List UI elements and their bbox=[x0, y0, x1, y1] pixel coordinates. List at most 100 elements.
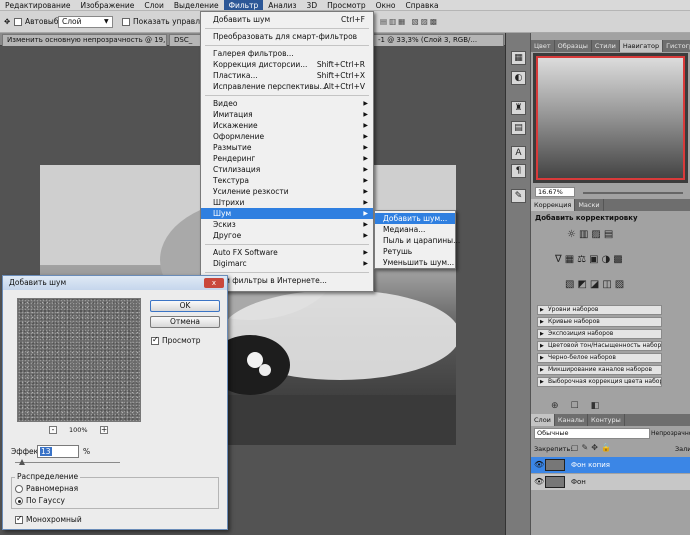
align-icons[interactable]: ▤▥▦ ▧▨▩ bbox=[380, 16, 439, 28]
menu-item-sharpen[interactable]: Усиление резкости ▶ bbox=[201, 186, 373, 197]
navigator-zoom-slider[interactable] bbox=[583, 192, 683, 194]
zoom-out-button[interactable]: - bbox=[49, 426, 57, 434]
gaussian-option[interactable]: По Гауссу bbox=[15, 496, 65, 506]
layer-row-bg-copy[interactable]: 👁 Фон копия bbox=[531, 457, 690, 473]
eye-icon[interactable]: 👁 bbox=[534, 460, 544, 470]
blend-mode-select[interactable]: Обычные bbox=[534, 428, 650, 439]
eye-icon[interactable]: 👁 bbox=[534, 477, 544, 487]
preset-exposure[interactable]: Экспозиция наборов bbox=[537, 329, 662, 339]
zoom-in-button[interactable]: + bbox=[100, 426, 108, 434]
menu-item-filter-gallery[interactable]: Галерея фильтров... bbox=[201, 48, 373, 59]
adjustment-icons-row-3[interactable]: ▧◩◪◫▨ bbox=[565, 280, 627, 290]
menu-item-texture[interactable]: Текстура ▶ bbox=[201, 175, 373, 186]
uniform-option[interactable]: Равномерная bbox=[15, 484, 78, 494]
menu-filter[interactable]: Фильтр bbox=[223, 0, 264, 10]
submenu-item-despeckle[interactable]: Ретушь bbox=[375, 246, 455, 257]
tab-styles[interactable]: Стили bbox=[592, 40, 620, 52]
adjust-panel-footer-icons[interactable]: ⊕☐◧ bbox=[551, 401, 611, 411]
submenu-item-dust-scratches[interactable]: Пыль и царапины... bbox=[375, 235, 460, 246]
menu-image[interactable]: Изображение bbox=[75, 0, 139, 10]
character-icon[interactable]: A bbox=[511, 146, 526, 160]
menu-item-brush-strokes[interactable]: Штрихи ▶ bbox=[201, 197, 373, 208]
gaussian-radio[interactable] bbox=[15, 497, 23, 505]
tab-doc-2[interactable]: DSC_ bbox=[169, 34, 201, 46]
menu-item-other[interactable]: Другое ▶ bbox=[201, 230, 373, 241]
tab-navigator[interactable]: Навигатор bbox=[619, 40, 664, 52]
navigator-preview[interactable] bbox=[533, 53, 688, 183]
brushes-icon[interactable]: ✎ bbox=[511, 189, 526, 203]
menu-item-liquify[interactable]: Пластика... Shift+Ctrl+X bbox=[201, 70, 373, 81]
menu-item-stylize-design[interactable]: Оформление ▶ bbox=[201, 131, 373, 142]
amount-input[interactable]: 13 bbox=[37, 445, 79, 458]
tab-histogram[interactable]: Гистограмма bbox=[663, 40, 690, 52]
monochromatic-checkbox[interactable] bbox=[15, 514, 23, 524]
tab-color[interactable]: Цвет bbox=[531, 40, 555, 52]
menu-edit[interactable]: Редактирование bbox=[0, 0, 75, 10]
history-icon[interactable]: ▦ bbox=[511, 51, 526, 65]
noise-preview[interactable] bbox=[17, 298, 141, 422]
ok-button[interactable]: OK bbox=[150, 300, 220, 312]
menu-item-video[interactable]: Видео ▶ bbox=[201, 98, 373, 109]
tab-doc-1[interactable]: Изменить основную непрозрачность @ 19,7%… bbox=[2, 34, 167, 46]
menu-item-autofx[interactable]: Auto FX Software ▶ bbox=[201, 247, 373, 258]
move-tool-icon[interactable]: ✥ bbox=[4, 16, 10, 28]
menu-item-vanishing-point[interactable]: Исправление перспективы... Alt+Ctrl+V bbox=[201, 81, 373, 92]
tab-paths[interactable]: Контуры bbox=[588, 414, 625, 426]
layer-row-background[interactable]: 👁 Фон bbox=[531, 474, 690, 490]
cancel-button[interactable]: Отмена bbox=[150, 316, 220, 328]
amount-slider-handle[interactable] bbox=[19, 459, 25, 465]
tab-masks[interactable]: Маски bbox=[575, 199, 604, 211]
preset-hue-saturation[interactable]: Цветовой тон/Насыщенность наборов bbox=[537, 341, 662, 351]
menu-analysis[interactable]: Анализ bbox=[263, 0, 301, 10]
tab-adjustments[interactable]: Коррекция bbox=[531, 199, 576, 211]
preset-curves[interactable]: Кривые наборов bbox=[537, 317, 662, 327]
navigator-zoom-input[interactable]: 16.67% bbox=[535, 187, 575, 197]
show-controls-checkbox[interactable] bbox=[122, 18, 130, 26]
preset-levels[interactable]: Уровни наборов bbox=[537, 305, 662, 315]
menu-select[interactable]: Выделение bbox=[169, 0, 224, 10]
adjustment-icons-row-2[interactable]: ∇▦⚖▣◑▩ bbox=[555, 255, 626, 265]
tab-channels[interactable]: Каналы bbox=[555, 414, 589, 426]
autoselect-select[interactable]: Слой ▼ bbox=[58, 16, 113, 28]
menu-layers[interactable]: Слои bbox=[139, 0, 169, 10]
preset-black-white[interactable]: Черно-белое наборов bbox=[537, 353, 662, 363]
preview-toggle[interactable]: Просмотр bbox=[151, 335, 201, 346]
submenu-item-median[interactable]: Медиана... bbox=[375, 224, 455, 235]
menu-item-distort[interactable]: Искажение ▶ bbox=[201, 120, 373, 131]
preset-channel-mixer[interactable]: Микширование каналов наборов bbox=[537, 365, 662, 375]
autoselect-checkbox[interactable] bbox=[14, 18, 22, 26]
menu-item-sketch[interactable]: Эскиз ▶ bbox=[201, 219, 373, 230]
navigator-view-box[interactable] bbox=[536, 56, 685, 180]
menu-window[interactable]: Окно bbox=[371, 0, 401, 10]
submenu-item-reduce-noise[interactable]: Уменьшить шум... bbox=[375, 257, 455, 268]
tab-doc-3[interactable]: -1 @ 33,3% (Слой 3, RGB/... bbox=[373, 34, 504, 46]
tab-layers[interactable]: Слои bbox=[531, 414, 555, 426]
preview-checkbox[interactable] bbox=[151, 335, 159, 345]
menu-item-smart-filters[interactable]: Преобразовать для смарт-фильтров bbox=[201, 31, 373, 42]
menu-item-blur[interactable]: Размытие ▶ bbox=[201, 142, 373, 153]
submenu-item-add-noise[interactable]: Добавить шум... bbox=[375, 213, 455, 224]
adjustment-icons-row-1[interactable]: ☼▥▨▤ bbox=[567, 230, 616, 240]
menu-3d[interactable]: 3D bbox=[302, 0, 323, 10]
preset-selective-color[interactable]: Выборочная коррекция цвета наборов bbox=[537, 377, 662, 387]
menu-item-stylize[interactable]: Стилизация ▶ bbox=[201, 164, 373, 175]
menu-item-digimarc[interactable]: Digimarc ▶ bbox=[201, 258, 373, 269]
menu-item-lens-correction[interactable]: Коррекция дисторсии... Shift+Ctrl+R bbox=[201, 59, 373, 70]
lock-icons[interactable]: ▢✎✥🔒 bbox=[571, 443, 614, 453]
tab-swatches[interactable]: Образцы bbox=[555, 40, 592, 52]
menu-item-artistic[interactable]: Имитация ▶ bbox=[201, 109, 373, 120]
actions-icon[interactable]: ◐ bbox=[511, 71, 526, 85]
3d-icon[interactable]: ♜ bbox=[511, 101, 526, 115]
monochromatic-toggle[interactable]: Монохромный bbox=[15, 514, 82, 525]
amount-slider-track[interactable] bbox=[15, 462, 120, 463]
close-button[interactable]: x bbox=[204, 278, 224, 288]
paragraph-icon[interactable]: ¶ bbox=[511, 164, 526, 178]
menu-item-noise[interactable]: Шум ▶ bbox=[201, 208, 373, 219]
uniform-radio[interactable] bbox=[15, 485, 23, 493]
menu-item-render[interactable]: Рендеринг ▶ bbox=[201, 153, 373, 164]
menu-view[interactable]: Просмотр bbox=[322, 0, 371, 10]
clone-source-icon[interactable]: ▤ bbox=[511, 121, 526, 135]
menu-item-last-filter[interactable]: Добавить шум Ctrl+F bbox=[201, 14, 373, 25]
separator bbox=[205, 272, 369, 273]
menu-help[interactable]: Справка bbox=[401, 0, 444, 10]
